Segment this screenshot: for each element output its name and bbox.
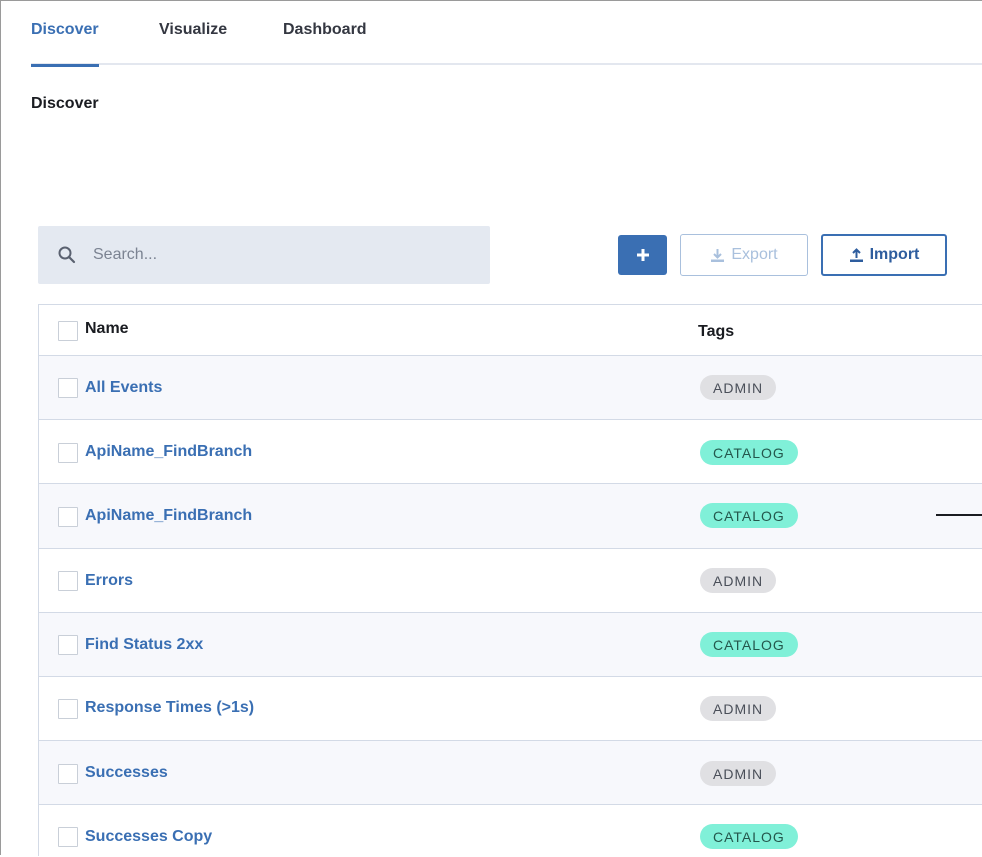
table-row: Successes ADMIN (39, 741, 982, 805)
plus-icon (636, 249, 649, 261)
add-button[interactable] (618, 235, 667, 275)
table-header: Name Tags (39, 305, 982, 356)
row-name-link[interactable]: Errors (85, 572, 133, 590)
tag-badge: CATALOG (700, 440, 798, 465)
tag-badge: ADMIN (700, 375, 777, 400)
row-name-link[interactable]: ApiName_FindBranch (85, 443, 252, 461)
row-name-link[interactable]: Find Status 2xx (85, 636, 203, 654)
row-name-link[interactable]: All Events (85, 379, 162, 397)
tab-discover[interactable]: Discover (31, 21, 99, 67)
import-button[interactable]: Import (821, 234, 947, 276)
row-checkbox[interactable] (58, 699, 78, 719)
search-icon (58, 246, 76, 264)
download-icon (711, 248, 725, 262)
search-input[interactable] (93, 238, 473, 272)
tag-badge: CATALOG (700, 824, 798, 849)
upload-icon (849, 247, 863, 262)
app-frame: Discover Visualize Dashboard Discover Ex… (0, 0, 982, 857)
tag-badge: ADMIN (700, 568, 777, 593)
table-row: Find Status 2xx CATALOG (39, 613, 982, 677)
search-bar[interactable] (38, 226, 490, 284)
row-name-link[interactable]: Response Times (>1s) (85, 699, 254, 717)
select-all-checkbox[interactable] (58, 321, 78, 341)
table-row: ApiName_FindBranch CATALOG (39, 484, 982, 549)
import-label: Import (869, 246, 920, 263)
tag-badge: ADMIN (700, 761, 777, 786)
tag-badge: ADMIN (700, 696, 777, 721)
row-checkbox[interactable] (58, 827, 78, 847)
row-checkbox[interactable] (58, 378, 78, 398)
tab-dashboard[interactable]: Dashboard (283, 21, 367, 65)
row-checkbox[interactable] (58, 635, 78, 655)
page-title: Discover (31, 95, 99, 112)
tab-visualize[interactable]: Visualize (159, 21, 227, 65)
row-checkbox[interactable] (58, 571, 78, 591)
row-name-link[interactable]: ApiName_FindBranch (85, 507, 252, 525)
table-row: Successes Copy CATALOG (39, 805, 982, 857)
table-row: All Events ADMIN (39, 356, 982, 420)
table-row: Response Times (>1s) ADMIN (39, 677, 982, 741)
export-button[interactable]: Export (680, 234, 808, 276)
row-name-link[interactable]: Successes (85, 764, 168, 782)
divider-line (936, 514, 982, 516)
export-label: Export (731, 246, 778, 263)
row-checkbox[interactable] (58, 443, 78, 463)
saved-searches-table: Name Tags All Events ADMIN ApiName_FindB… (38, 304, 982, 857)
table-row: Errors ADMIN (39, 549, 982, 613)
tag-badge: CATALOG (700, 632, 798, 657)
column-header-tags: Tags (698, 323, 735, 340)
table-row: ApiName_FindBranch CATALOG (39, 420, 982, 484)
tag-badge: CATALOG (700, 503, 798, 528)
column-header-name[interactable]: Name (85, 320, 129, 338)
row-checkbox[interactable] (58, 507, 78, 527)
tab-bar: Discover Visualize Dashboard (31, 1, 982, 67)
row-name-link[interactable]: Successes Copy (85, 828, 212, 846)
row-checkbox[interactable] (58, 764, 78, 784)
